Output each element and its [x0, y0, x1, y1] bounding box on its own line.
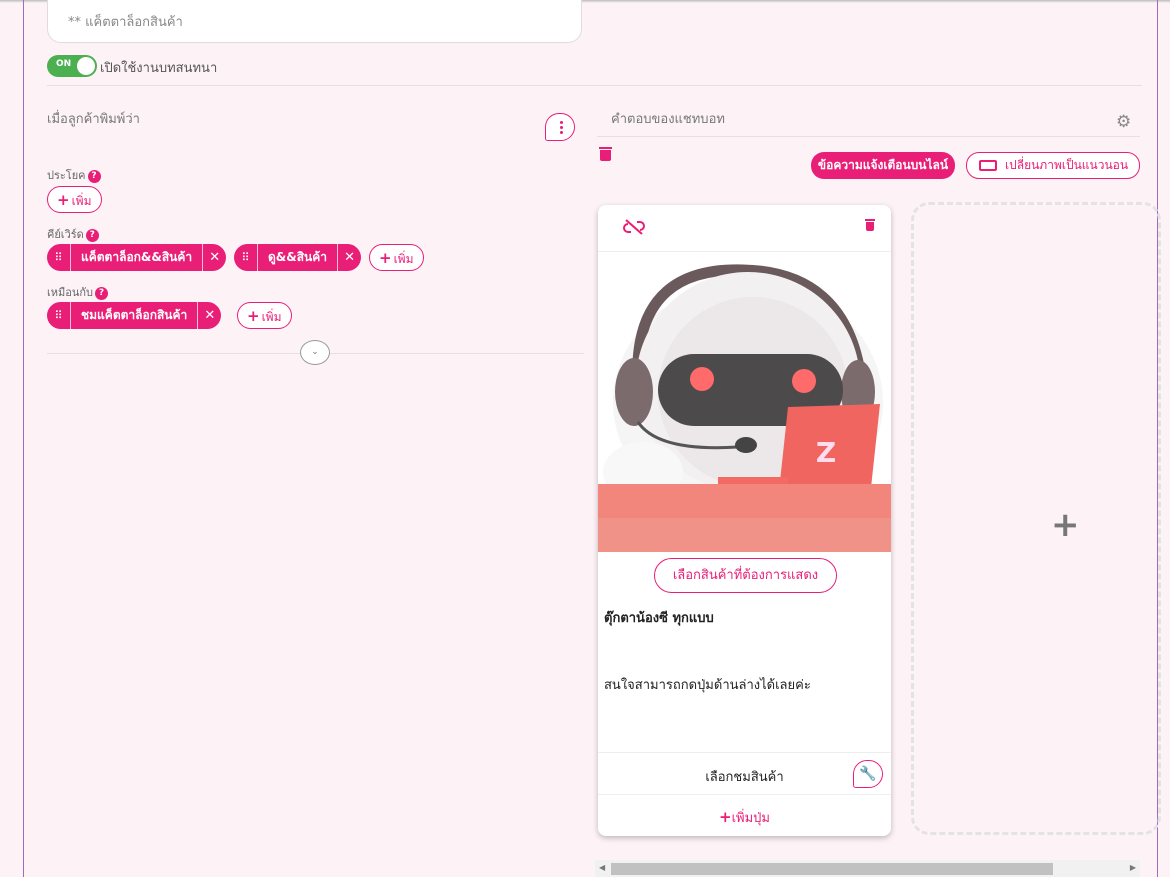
product-image[interactable]: Z	[598, 252, 891, 552]
card-description[interactable]: สนใจสามารถกดปุ่มด้านล่างได้เลยค่ะ	[604, 674, 811, 695]
keyword-label: คีย์เวิร์ด?	[47, 225, 99, 243]
remove-chip-button[interactable]: ✕	[197, 302, 221, 329]
drag-handle-icon[interactable]: ⠿	[234, 244, 258, 271]
trash-icon[interactable]	[865, 219, 875, 231]
catalog-name-input[interactable]: ** แค็ตตาล็อกสินค้า	[47, 0, 582, 43]
customer-says-title: เมื่อลูกค้าพิมพ์ว่า	[47, 112, 140, 127]
plus-icon: +	[379, 249, 392, 267]
card-action-row: เลือกชมสินค้า 🔧	[598, 752, 891, 794]
add-button-label: เพิ่มปุ่ม	[731, 811, 770, 826]
card-title[interactable]: ตุ๊กตาน้องซี ทุกแบบ	[604, 607, 714, 628]
view-products-button[interactable]: เลือกชมสินค้า	[598, 766, 891, 787]
sentence-label: ประโยค?	[47, 166, 101, 184]
plus-icon: +	[57, 191, 70, 209]
add-keyword-button[interactable]: + เพิ่ม	[369, 244, 424, 271]
gear-icon[interactable]: ⚙	[1116, 112, 1131, 132]
horizontal-scrollbar[interactable]: ◀ ▶	[595, 860, 1140, 877]
add-button-row[interactable]: +เพิ่มปุ่ม	[598, 794, 891, 836]
scroll-left-icon[interactable]: ◀	[599, 863, 605, 872]
laptop-logo: Z	[816, 436, 836, 469]
add-sentence-button[interactable]: + เพิ่ม	[47, 186, 102, 213]
select-product-button[interactable]: เลือกสินค้าที่ต้องการแสดง	[654, 558, 837, 593]
keyword-chip[interactable]: ⠿ ดู&&สินค้า ✕	[234, 244, 362, 271]
chevron-down-icon[interactable]: ⌄	[300, 340, 330, 365]
unlink-icon[interactable]	[623, 218, 645, 236]
drag-handle-icon[interactable]: ⠿	[47, 244, 71, 271]
more-options-button[interactable]	[545, 113, 575, 141]
plus-icon: +	[719, 808, 732, 826]
keyword-chip[interactable]: ⠿ แค็ตตาล็อก&&สินค้า ✕	[47, 244, 227, 271]
add-card-placeholder[interactable]: +	[911, 202, 1161, 835]
scroll-right-icon[interactable]: ▶	[1130, 863, 1136, 872]
drag-handle-icon[interactable]: ⠿	[47, 302, 71, 329]
similar-chip[interactable]: ⠿ ชมแค็ตตาล็อกสินค้า ✕	[47, 302, 222, 329]
toggle-label: เปิดใช้งานบทสนทนา	[100, 61, 218, 76]
plus-icon: +	[247, 307, 260, 325]
toggle-knob	[77, 57, 95, 75]
conversation-toggle[interactable]: ON	[47, 55, 97, 77]
landscape-toggle-button[interactable]: เปลี่ยนภาพเป็นแนวนอน	[966, 152, 1140, 179]
line-notify-button[interactable]: ข้อความแจ้งเตือนบนไลน์	[811, 152, 955, 179]
plus-icon: +	[1051, 505, 1080, 545]
trash-icon[interactable]	[599, 147, 612, 161]
card-header	[598, 205, 891, 252]
landscape-icon	[979, 160, 997, 171]
divider	[47, 85, 1142, 86]
similar-label: เหมือนกับ?	[47, 283, 109, 301]
catalog-name-placeholder: ** แค็ตตาล็อกสินค้า	[68, 15, 183, 30]
help-icon[interactable]: ?	[95, 286, 109, 300]
help-icon[interactable]: ?	[87, 169, 101, 183]
bot-reply-title: คำตอบของแชทบอท	[611, 112, 725, 127]
toggle-state: ON	[56, 59, 72, 69]
wrench-icon[interactable]: 🔧	[853, 760, 883, 788]
add-similar-button[interactable]: + เพิ่ม	[237, 302, 292, 329]
scrollbar-thumb[interactable]	[611, 863, 1053, 875]
help-icon[interactable]: ?	[85, 228, 99, 242]
remove-chip-button[interactable]: ✕	[202, 244, 226, 271]
remove-chip-button[interactable]: ✕	[337, 244, 361, 271]
robot-illustration: Z	[598, 264, 891, 552]
carousel-card: Z เลือกสินค้าที่ต้องการแสดง ตุ๊กตาน้องซี…	[598, 205, 891, 836]
divider	[597, 136, 1140, 137]
